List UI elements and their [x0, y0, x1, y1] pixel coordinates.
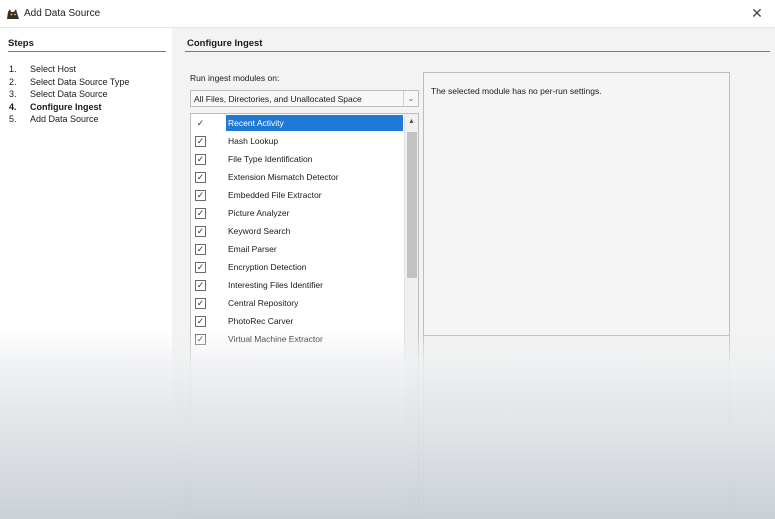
module-checkbox[interactable]: ✓ [195, 334, 206, 345]
chevron-down-icon[interactable]: ⌄ [403, 91, 418, 106]
module-row[interactable]: ✓ PhotoRec Carver [191, 313, 403, 331]
step-number: 5. [9, 114, 17, 124]
module-row[interactable]: ✓ Interesting Files Identifier [191, 277, 403, 295]
module-name: Virtual Machine Extractor [228, 334, 323, 344]
section-title: Configure Ingest [187, 38, 263, 49]
step-number: 4. [9, 101, 17, 112]
module-name: Picture Analyzer [228, 208, 290, 218]
step-label: Select Host [30, 64, 77, 74]
run-ingest-label: Run ingest modules on: [190, 73, 280, 83]
step-number: 3. [9, 89, 17, 99]
module-name: Recent Activity [226, 115, 403, 131]
step-label: Configure Ingest [30, 101, 102, 112]
module-name: Interesting Files Identifier [228, 280, 323, 290]
step-item: 2. Select Data Source Type [9, 76, 129, 89]
module-name: Keyword Search [228, 226, 291, 236]
window-title: Add Data Source [24, 8, 101, 19]
module-checkbox[interactable]: ✓ [195, 190, 206, 201]
module-checkbox[interactable]: ✓ [195, 118, 206, 129]
steps-title: Steps [8, 38, 34, 49]
module-name: Encryption Detection [228, 262, 307, 272]
module-checkbox[interactable]: ✓ [195, 154, 206, 165]
scroll-up-icon[interactable]: ▲ [405, 116, 418, 128]
ingest-module-list[interactable]: ▲ ✓ Recent Activity ✓ Hash Lookup ✓ File Type… [190, 113, 419, 519]
module-row[interactable]: ✓ Extension Mismatch Detector [191, 169, 403, 187]
ingest-scope-value: All Files, Directories, and Unallocated … [194, 94, 362, 104]
autopsy-dog-icon [7, 9, 19, 19]
module-checkbox[interactable]: ✓ [195, 172, 206, 183]
step-number: 1. [9, 64, 17, 74]
step-label: Select Data Source [30, 89, 108, 99]
settings-message: The selected module has no per-run setti… [431, 86, 602, 96]
module-checkbox[interactable]: ✓ [195, 316, 206, 327]
section-divider [185, 51, 770, 52]
module-name: Central Repository [228, 298, 299, 308]
module-name: Hash Lookup [228, 136, 279, 146]
step-item: 3. Select Data Source [9, 88, 129, 101]
module-checkbox[interactable]: ✓ [195, 280, 206, 291]
module-name: PhotoRec Carver [228, 316, 294, 326]
module-checkbox[interactable]: ✓ [195, 244, 206, 255]
steps-panel: Steps 1. Select Host 2. Select Data Source … [0, 28, 172, 519]
step-label: Select Data Source Type [30, 76, 130, 87]
module-name: Embedded File Extractor [228, 190, 322, 200]
module-list-scrollbar[interactable]: ▲ [404, 114, 418, 518]
module-row[interactable]: ✓ Picture Analyzer [191, 205, 403, 223]
module-row[interactable]: ✓ Embedded File Extractor [191, 187, 403, 205]
ingest-scope-dropdown[interactable]: All Files, Directories, and Unallocated … [190, 90, 419, 107]
module-name: Extension Mismatch Detector [228, 172, 339, 182]
module-checkbox[interactable]: ✓ [195, 208, 206, 219]
step-item: 4. Configure Ingest [9, 101, 129, 114]
close-button[interactable]: ✕ [749, 5, 765, 21]
steps-divider [8, 51, 166, 52]
module-row[interactable]: ✓ Central Repository [191, 295, 403, 313]
module-checkbox[interactable]: ✓ [195, 226, 206, 237]
module-row[interactable]: ✓ Virtual Machine Extractor [191, 331, 403, 349]
module-settings-panel: The selected module has no per-run setti… [423, 72, 730, 336]
module-name: Email Parser [228, 244, 277, 254]
module-settings-lower-area [423, 336, 730, 519]
module-checkbox[interactable]: ✓ [195, 298, 206, 309]
module-row[interactable]: ✓ Email Parser [191, 241, 403, 259]
steps-list: 1. Select Host 2. Select Data Source Type 3.… [9, 63, 129, 126]
step-item: 5. Add Data Source [9, 113, 129, 126]
module-row[interactable]: ✓ Recent Activity [191, 115, 403, 133]
module-name: File Type Identification [228, 154, 313, 164]
module-checkbox[interactable]: ✓ [195, 262, 206, 273]
step-label: Add Data Source [30, 114, 99, 124]
module-row[interactable]: ✓ Keyword Search [191, 223, 403, 241]
scrollbar-thumb[interactable] [407, 132, 417, 278]
step-number: 2. [9, 76, 17, 87]
step-item: 1. Select Host [9, 63, 129, 76]
module-checkbox[interactable]: ✓ [195, 136, 206, 147]
configure-ingest-panel: Configure Ingest Run ingest modules on: … [172, 28, 775, 519]
module-row[interactable]: ✓ Encryption Detection [191, 259, 403, 277]
title-bar: Add Data Source ✕ [0, 0, 775, 28]
module-row[interactable]: ✓ File Type Identification [191, 151, 403, 169]
module-row[interactable]: ✓ Hash Lookup [191, 133, 403, 151]
